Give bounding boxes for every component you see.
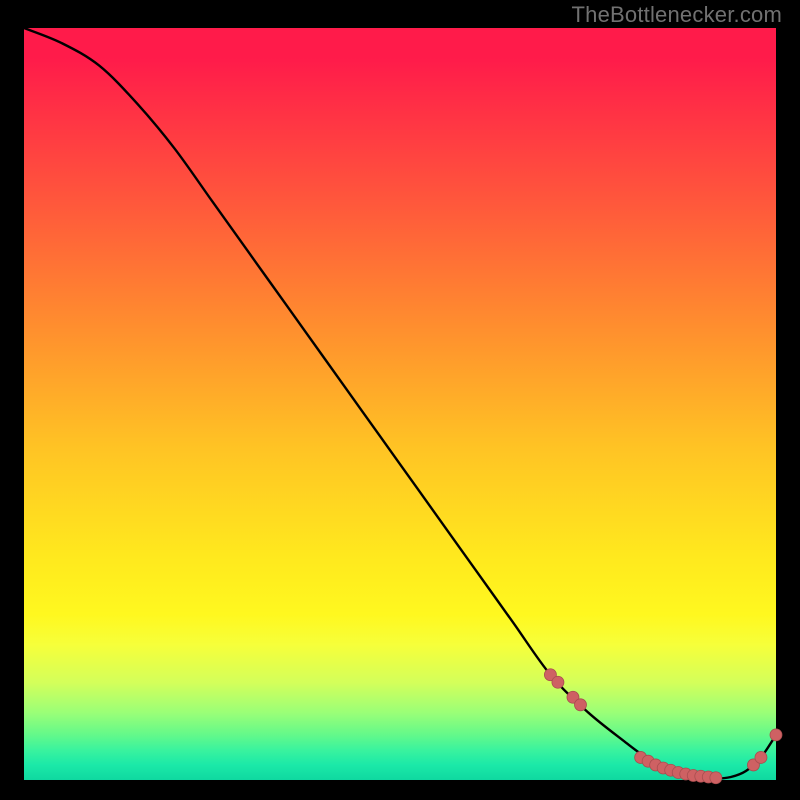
marker-group: [544, 669, 782, 784]
curve-path: [24, 28, 776, 779]
plot-area: [24, 28, 776, 780]
data-marker: [755, 751, 767, 763]
data-marker: [710, 772, 722, 784]
chart-stage: TheBottlenecker.com: [0, 0, 800, 800]
data-marker: [574, 699, 586, 711]
attribution-text: TheBottlenecker.com: [572, 2, 782, 28]
bottleneck-curve: [24, 28, 776, 780]
data-marker: [552, 676, 564, 688]
data-marker: [770, 729, 782, 741]
